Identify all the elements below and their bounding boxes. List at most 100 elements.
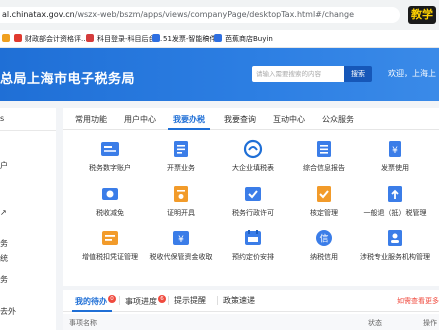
- grid-item-label: 核定管理: [310, 209, 338, 217]
- invoice-issue-icon: [170, 138, 192, 160]
- bookmark-item[interactable]: 科目登录-科目后台...: [86, 33, 162, 45]
- svg-text:信: 信: [319, 233, 328, 245]
- sidebar-text[interactable]: s: [0, 114, 4, 123]
- grid-item-tax-refund[interactable]: 一般退（抵）税管理: [360, 183, 430, 218]
- main-tabs: 常用功能 用户中心 我要办税 我要查询 互动中心 公众服务: [63, 108, 439, 130]
- voucher-manage-icon: [99, 227, 121, 249]
- todo-count-badge: 0: [108, 295, 116, 303]
- site-title: 总局上海市电子税务局: [0, 72, 136, 87]
- grid-item-label: 纳税信用: [310, 253, 338, 261]
- tab-public-service[interactable]: 公众服务: [322, 114, 354, 125]
- grid-item-tax-credit[interactable]: 信 纳税信用: [289, 227, 359, 262]
- grid-item-label: 涉税专业服务机构管理: [360, 253, 430, 261]
- todo-panel: 我的待办 0 事项进度 6 提示提醒 政策速递 如需查看更多 事项名称 状态 操作: [63, 290, 439, 330]
- report-icon: [313, 138, 335, 160]
- grid-item-tax-account[interactable]: 税务数字账户: [75, 138, 145, 173]
- tab-policy-express[interactable]: 政策速递: [223, 295, 255, 306]
- search-input[interactable]: 请输入需要搜索的内容: [252, 66, 344, 82]
- url-path: /wszx-web/bszm/apps/views/companyPage/de…: [74, 10, 355, 19]
- tab-separator: [217, 296, 218, 305]
- tab-separator: [168, 296, 169, 305]
- column-header-action: 操作: [423, 319, 437, 327]
- grid-item-tax-reduction[interactable]: 税收减免: [75, 183, 145, 218]
- welcome-text: 欢迎，上海上: [388, 69, 436, 78]
- grid-item-label: 税收代保管资金收取: [149, 253, 213, 261]
- sidebar-text[interactable]: 去外: [0, 306, 16, 317]
- admin-license-icon: [242, 183, 264, 205]
- bookmark-item[interactable]: [2, 33, 13, 45]
- view-more-link[interactable]: 如需查看更多: [397, 296, 439, 306]
- url-field[interactable]: al.chinatax.gov.cn/wszx-web/bszm/apps/vi…: [0, 7, 400, 23]
- tab-label: 事项进度: [125, 297, 157, 306]
- tab-user-center[interactable]: 用户中心: [124, 114, 156, 125]
- grid-item-invoice-use[interactable]: ¥ 发票使用: [360, 138, 430, 173]
- grid-item-label: 税收减免: [96, 209, 124, 217]
- verify-manage-icon: [313, 183, 335, 205]
- grid-item-verify-manage[interactable]: 核定管理: [289, 183, 359, 218]
- bookmark-icon: [152, 34, 160, 42]
- grid-item-invoice-issue[interactable]: 开票业务: [146, 138, 216, 173]
- grid-item-label: 预约定价安排: [232, 253, 274, 261]
- grid-item-label: 综合信息报告: [303, 164, 345, 172]
- grid-item-label: 增值税扣凭证管理: [82, 253, 138, 261]
- grid-item-admin-license[interactable]: 税务行政许可: [218, 183, 288, 218]
- tab-common-functions[interactable]: 常用功能: [75, 114, 107, 125]
- grid-item-enterprise[interactable]: 大企业填税表: [218, 138, 288, 173]
- tab-progress[interactable]: 事项进度 6: [125, 295, 166, 307]
- sidebar-text[interactable]: 户: [0, 160, 8, 171]
- bookmark-label: 芭蕉商店Buyin: [225, 35, 273, 43]
- pricing-arrangement-icon: [242, 227, 264, 249]
- bookmark-item[interactable]: 51发票-智能稿件: [152, 33, 216, 45]
- grid-item-pricing-arrangement[interactable]: 预约定价安排: [218, 227, 288, 262]
- tab-query[interactable]: 我要查询: [224, 114, 256, 125]
- tab-reminders[interactable]: 提示提醒: [174, 295, 206, 306]
- main-panel: 常用功能 用户中心 我要办税 我要查询 互动中心 公众服务 税务数字账户 开票业…: [63, 108, 439, 286]
- custody-fund-icon: ¥: [170, 227, 192, 249]
- column-header-status: 状态: [368, 319, 382, 327]
- site-header: 总局上海市电子税务局 请输入需要搜索的内容 搜索 欢迎，上海上: [0, 48, 439, 101]
- bookmark-item[interactable]: 财政部会计资格评...: [14, 33, 88, 45]
- divider: [0, 130, 56, 131]
- tax-account-icon: [99, 138, 121, 160]
- active-tab-indicator: [168, 128, 210, 130]
- search-button[interactable]: 搜索: [344, 66, 372, 82]
- sidebar-text[interactable]: 务: [0, 274, 8, 285]
- tab-interaction[interactable]: 互动中心: [273, 114, 305, 125]
- invoice-use-icon: ¥: [384, 138, 406, 160]
- enterprise-icon: [242, 138, 264, 160]
- grid-item-label: 一般退（抵）税管理: [363, 209, 427, 217]
- active-tab-indicator: [72, 310, 112, 312]
- bookmark-label: 财政部会计资格评...: [25, 35, 88, 43]
- tab-my-todo[interactable]: 我的待办 0: [75, 295, 116, 307]
- bookmark-item[interactable]: 芭蕉商店Buyin: [214, 33, 273, 45]
- grid-item-label: 证明开具: [167, 209, 195, 217]
- grid-item-certificate[interactable]: 证明开具: [146, 183, 216, 218]
- sidebar-text[interactable]: ↗: [0, 208, 7, 217]
- tax-reduction-icon: [99, 183, 121, 205]
- browser-address-bar: al.chinatax.gov.cn/wszx-web/bszm/apps/vi…: [0, 0, 439, 30]
- grid-item-voucher-manage[interactable]: 增值税扣凭证管理: [75, 227, 145, 262]
- bookmark-icon: [2, 34, 10, 42]
- grid-item-label: 税务行政许可: [232, 209, 274, 217]
- agency-manage-icon: [384, 227, 406, 249]
- grid-item-label: 发票使用: [381, 164, 409, 172]
- tax-refund-icon: [384, 183, 406, 205]
- grid-item-custody-fund[interactable]: ¥ 税收代保管资金收取: [146, 227, 216, 262]
- todo-tabs: 我的待办 0 事项进度 6 提示提醒 政策速递 如需查看更多: [63, 290, 439, 312]
- grid-item-label: 税务数字账户: [89, 164, 131, 172]
- tab-separator: [119, 296, 120, 305]
- grid-item-label: 大企业填税表: [232, 164, 274, 172]
- bookmarks-bar: 财政部会计资格评... 科目登录-科目后台... 51发票-智能稿件 芭蕉商店B…: [0, 30, 439, 48]
- corner-logo: 教学: [408, 6, 436, 24]
- tab-tax-handling[interactable]: 我要办税: [173, 114, 205, 125]
- bookmark-icon: [214, 34, 222, 42]
- bookmark-label: 51发票-智能稿件: [163, 35, 217, 43]
- grid-item-report[interactable]: 综合信息报告: [289, 138, 359, 173]
- grid-item-label: 开票业务: [167, 164, 195, 172]
- grid-item-agency-manage[interactable]: 涉税专业服务机构管理: [360, 227, 430, 262]
- sidebar-text[interactable]: 务: [0, 238, 8, 249]
- left-sidebar: s 户 ↗ 务 统 务 去外: [0, 108, 56, 330]
- bookmark-icon: [86, 34, 94, 42]
- sidebar-text[interactable]: 统: [0, 253, 8, 264]
- svg-text:¥: ¥: [178, 235, 184, 245]
